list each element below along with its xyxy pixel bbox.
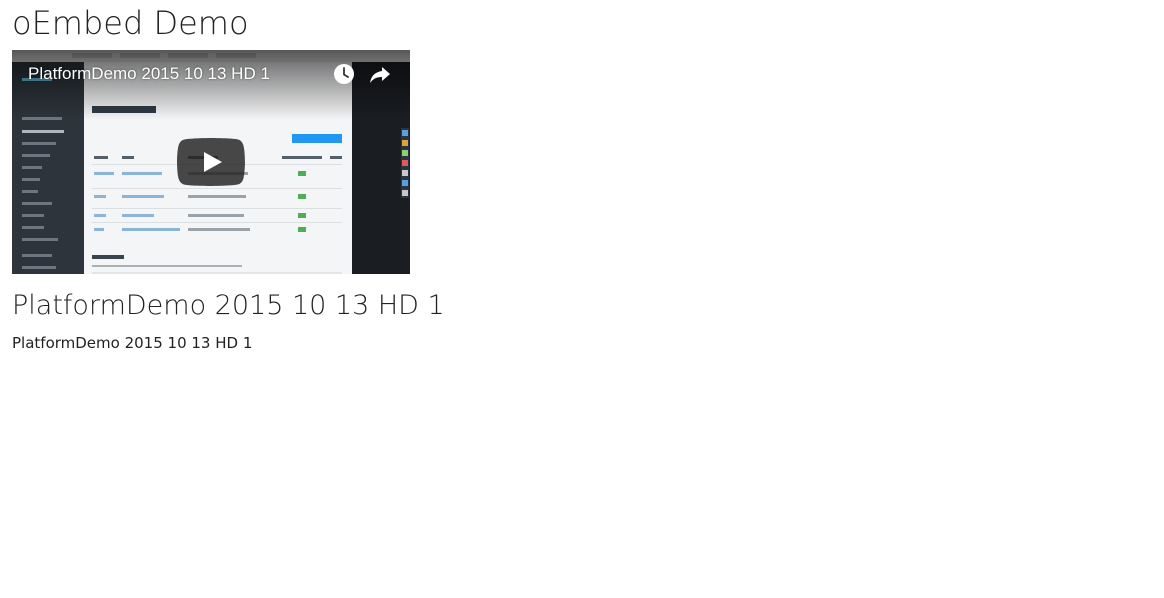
player-top-gradient xyxy=(12,50,410,120)
video-heading: PlatformDemo 2015 10 13 HD 1 xyxy=(12,290,445,321)
play-button[interactable] xyxy=(177,138,245,186)
clock-icon[interactable] xyxy=(333,63,355,85)
video-embed[interactable]: PlatformDemo 2015 10 13 HD 1 xyxy=(12,50,410,274)
video-description: PlatformDemo 2015 10 13 HD 1 xyxy=(12,334,253,352)
thumbnail-dock-strip xyxy=(401,128,409,198)
page-title: oEmbed Demo xyxy=(12,4,249,42)
page: oEmbed Demo PlatformDemo 2015 10 13 HD 1… xyxy=(0,0,1164,598)
share-icon[interactable] xyxy=(369,63,391,85)
player-video-title[interactable]: PlatformDemo 2015 10 13 HD 1 xyxy=(28,64,270,84)
